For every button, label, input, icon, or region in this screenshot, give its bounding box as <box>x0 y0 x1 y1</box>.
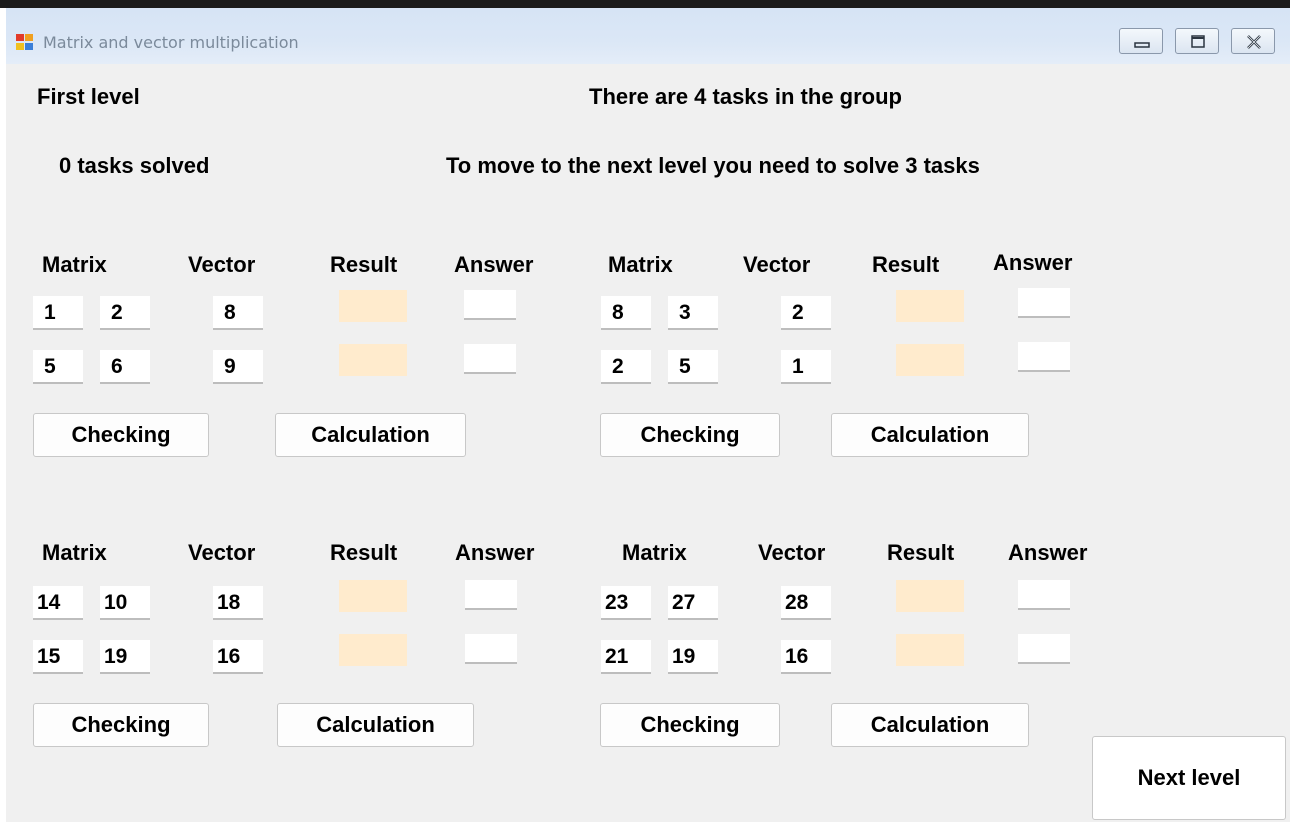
vector-header: Vector <box>758 540 826 565</box>
result-header: Result <box>330 540 398 565</box>
matrix-cell[interactable]: 6 <box>100 350 150 384</box>
result-field <box>896 634 964 666</box>
answer-header: Answer <box>455 540 535 565</box>
answer-input[interactable] <box>1018 580 1070 610</box>
answer-input[interactable] <box>1018 342 1070 372</box>
matrix-cell[interactable]: 14 <box>33 586 83 620</box>
vector-cell[interactable]: 2 <box>781 296 831 330</box>
app-icon <box>16 34 35 51</box>
vector-cell[interactable]: 16 <box>781 640 831 674</box>
matrix-cell[interactable]: 27 <box>668 586 718 620</box>
answer-header: Answer <box>993 250 1073 275</box>
level-label: First level <box>37 84 140 109</box>
matrix-header: Matrix <box>42 540 107 565</box>
result-header: Result <box>887 540 955 565</box>
result-field <box>896 344 964 376</box>
matrix-cell[interactable]: 19 <box>100 640 150 674</box>
calculation-button[interactable]: Calculation <box>277 703 474 747</box>
answer-input[interactable] <box>464 290 516 320</box>
vector-cell[interactable]: 9 <box>213 350 263 384</box>
tasks-count-label: There are 4 tasks in the group <box>589 84 902 109</box>
result-header: Result <box>872 252 940 277</box>
vector-cell[interactable]: 18 <box>213 586 263 620</box>
screen-edge <box>0 0 1290 8</box>
result-field <box>339 580 407 612</box>
matrix-cell[interactable]: 2 <box>100 296 150 330</box>
vector-cell[interactable]: 8 <box>213 296 263 330</box>
vector-cell[interactable]: 28 <box>781 586 831 620</box>
matrix-cell[interactable]: 21 <box>601 640 651 674</box>
window-title: Matrix and vector multiplication <box>43 33 299 52</box>
matrix-cell[interactable]: 8 <box>601 296 651 330</box>
checking-button[interactable]: Checking <box>33 703 209 747</box>
matrix-header: Matrix <box>622 540 687 565</box>
answer-input[interactable] <box>1018 634 1070 664</box>
calculation-button[interactable]: Calculation <box>831 703 1029 747</box>
matrix-cell[interactable]: 2 <box>601 350 651 384</box>
vector-cell[interactable]: 16 <box>213 640 263 674</box>
maximize-button[interactable] <box>1175 28 1219 54</box>
close-icon <box>1247 35 1261 49</box>
matrix-cell[interactable]: 23 <box>601 586 651 620</box>
vector-header: Vector <box>188 252 256 277</box>
vector-cell[interactable]: 1 <box>781 350 831 384</box>
result-field <box>339 344 407 376</box>
requirement-label: To move to the next level you need to so… <box>446 153 980 178</box>
solved-count-label: 0 tasks solved <box>59 153 210 178</box>
matrix-cell[interactable]: 1 <box>33 296 83 330</box>
calculation-button[interactable]: Calculation <box>831 413 1029 457</box>
minimize-button[interactable] <box>1119 28 1163 54</box>
app-window: Matrix and vector multiplication First l… <box>6 8 1290 822</box>
answer-input[interactable] <box>1018 288 1070 318</box>
matrix-cell[interactable]: 19 <box>668 640 718 674</box>
result-field <box>339 290 407 322</box>
next-level-button[interactable]: Next level <box>1092 736 1286 820</box>
calculation-button[interactable]: Calculation <box>275 413 466 457</box>
vector-header: Vector <box>743 252 811 277</box>
answer-input[interactable] <box>465 634 517 664</box>
matrix-cell[interactable]: 15 <box>33 640 83 674</box>
answer-header: Answer <box>454 252 534 277</box>
result-field <box>896 580 964 612</box>
result-field <box>896 290 964 322</box>
result-field <box>339 634 407 666</box>
matrix-header: Matrix <box>42 252 107 277</box>
maximize-icon <box>1191 35 1205 48</box>
checking-button[interactable]: Checking <box>600 413 780 457</box>
matrix-header: Matrix <box>608 252 673 277</box>
checking-button[interactable]: Checking <box>33 413 209 457</box>
result-header: Result <box>330 252 398 277</box>
minimize-icon <box>1134 42 1150 48</box>
answer-header: Answer <box>1008 540 1088 565</box>
answer-input[interactable] <box>464 344 516 374</box>
vector-header: Vector <box>188 540 256 565</box>
matrix-cell[interactable]: 10 <box>100 586 150 620</box>
checking-button[interactable]: Checking <box>600 703 780 747</box>
close-button[interactable] <box>1231 28 1275 54</box>
title-bar: Matrix and vector multiplication <box>6 8 1290 64</box>
matrix-cell[interactable]: 3 <box>668 296 718 330</box>
matrix-cell[interactable]: 5 <box>33 350 83 384</box>
answer-input[interactable] <box>465 580 517 610</box>
matrix-cell[interactable]: 5 <box>668 350 718 384</box>
